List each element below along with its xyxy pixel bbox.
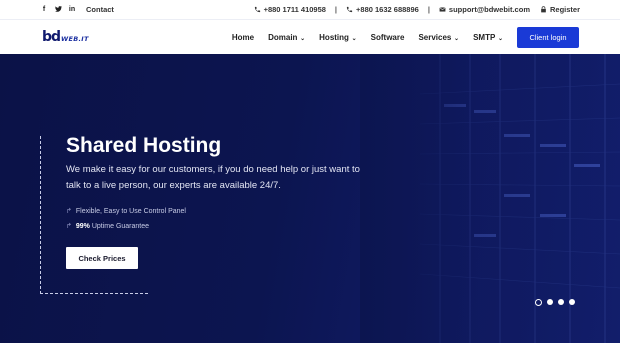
slider-dot[interactable]: [535, 298, 542, 306]
nav-item-software[interactable]: Software: [371, 33, 405, 42]
feature-item: ↱ 99% Uptime Guarantee: [66, 223, 150, 230]
nav-item-services[interactable]: Services ⌄: [418, 33, 459, 42]
nav-item-smtp[interactable]: SMTP ⌄: [473, 33, 503, 42]
email-text: support@bdwebit.com: [448, 5, 530, 14]
slider-dots: [535, 298, 575, 306]
social-links: f in: [40, 5, 82, 14]
divider: |: [427, 5, 430, 14]
arrow-icon: ↱: [66, 223, 72, 230]
nav-menu: Home Domain ⌄ Hosting ⌄ Software Service…: [232, 20, 503, 55]
topbar-contacts: +880 1711 410958 | +880 1632 688896 | su…: [254, 0, 580, 19]
chevron-down-icon: ⌄: [452, 36, 460, 42]
hero-slider: Shared Hosting We make it easy for our c…: [0, 54, 620, 343]
email-item[interactable]: support@bdwebit.com: [439, 5, 530, 14]
check-prices-button[interactable]: Check Prices: [66, 247, 138, 269]
twitter-icon[interactable]: [54, 5, 62, 14]
lock-icon: [541, 6, 546, 13]
phone1-text: +880 1711 410958: [263, 5, 326, 14]
slider-dot[interactable]: [569, 299, 575, 305]
register-link[interactable]: Register: [540, 5, 580, 14]
phone-icon: [346, 6, 353, 13]
logo-wordmark: WEB.IT: [61, 35, 89, 43]
top-bar: f in Contact +880 1711 410958 | +880 163…: [0, 0, 620, 19]
nav-item-home[interactable]: Home: [232, 33, 254, 42]
chevron-down-icon: ⌄: [298, 36, 306, 42]
divider: |: [334, 5, 338, 14]
slider-dot[interactable]: [547, 299, 553, 305]
decorative-dashed-frame: [40, 293, 148, 294]
facebook-icon[interactable]: f: [40, 6, 48, 13]
slider-dot[interactable]: [558, 299, 564, 305]
phone1-item[interactable]: +880 1711 410958: [254, 5, 326, 14]
chevron-down-icon: ⌄: [496, 36, 503, 42]
chevron-down-icon: ⌄: [349, 36, 357, 42]
envelope-icon: [439, 7, 446, 12]
decorative-dashed-frame: [40, 136, 41, 294]
phone2-text: +880 1632 688896: [356, 5, 419, 14]
register-text: Register: [549, 5, 580, 14]
phone-icon: [254, 6, 260, 13]
contact-link[interactable]: Contact: [86, 5, 114, 14]
feature-item: ↱ Flexible, Easy to Use Control Panel: [66, 208, 186, 215]
linkedin-icon[interactable]: in: [68, 6, 76, 13]
client-login-button[interactable]: Client login: [517, 27, 579, 48]
phone2-item[interactable]: +880 1632 688896: [346, 5, 419, 14]
hero-title: Shared Hosting: [66, 134, 222, 157]
main-nav: bd WEB.IT Home Domain ⌄ Hosting ⌄ Softwa…: [0, 19, 620, 54]
logo-mark: bd: [42, 29, 61, 45]
arrow-icon: ↱: [66, 208, 72, 215]
server-rack-background: [360, 54, 620, 343]
hero-description: We make it easy for our customers, if yo…: [66, 164, 360, 191]
nav-item-domain[interactable]: Domain ⌄: [268, 33, 305, 42]
site-logo[interactable]: bd WEB.IT: [42, 30, 89, 44]
nav-item-hosting[interactable]: Hosting ⌄: [319, 33, 356, 42]
